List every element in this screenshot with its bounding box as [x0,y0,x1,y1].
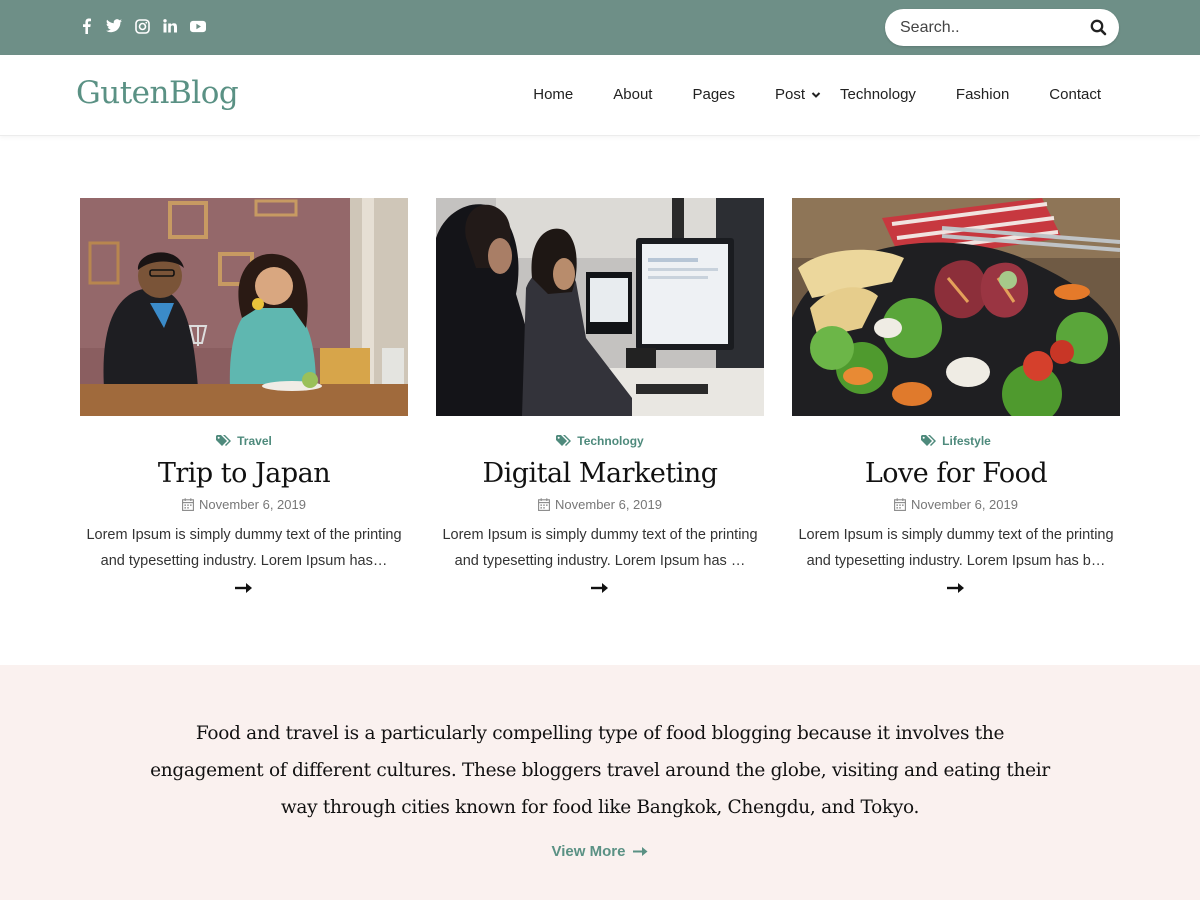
nav-pages[interactable]: Pages [692,86,735,103]
instagram-icon[interactable] [134,17,150,35]
read-more-link[interactable] [792,582,1120,594]
arrow-right-icon [947,583,964,593]
nav-about-label: About [613,86,653,103]
post-image-salad[interactable] [792,198,1120,416]
nav-technology-label: Technology [840,86,916,103]
social-links [78,17,206,35]
linkedin-icon[interactable] [162,17,178,35]
post-category[interactable]: Travel [80,432,408,450]
nav-contact-label: Contact [1049,86,1101,103]
nav-contact[interactable]: Contact [1049,86,1101,103]
view-more-label: View More [551,843,626,860]
arrow-right-icon [633,847,648,856]
chevron-down-icon [811,91,821,98]
main-nav: Home About Pages Post Technology Fashion… [533,86,1101,103]
post-title[interactable]: Love for Food [792,458,1120,489]
nav-about[interactable]: About [613,86,652,103]
post-excerpt: Lorem Ipsum is simply dummy text of the … [86,527,402,569]
post-category[interactable]: Lifestyle [792,432,1120,450]
nav-home[interactable]: Home [533,86,573,103]
tags-icon [556,435,572,446]
calendar-icon [894,498,906,511]
post-title[interactable]: Digital Marketing [436,458,764,489]
post-category[interactable]: Technology [436,432,764,450]
post-excerpt: Lorem Ipsum is simply dummy text of the … [798,527,1114,569]
feature-band: Food and travel is a particularly compel… [0,665,1200,900]
post-category-label: Lifestyle [942,434,991,448]
post-date-label: November 6, 2019 [555,497,662,512]
calendar-icon [538,498,550,511]
search-icon[interactable] [1089,18,1109,38]
post-date: November 6, 2019 [80,497,408,512]
youtube-icon[interactable] [190,17,206,35]
search-box [885,9,1119,46]
nav-post[interactable]: Post [775,86,821,103]
nav-post-label: Post [775,86,806,103]
nav-home-label: Home [533,86,574,103]
post-card: Travel Trip to Japan November 6, 2019 Lo… [80,198,408,594]
post-date: November 6, 2019 [792,497,1120,512]
site-logo[interactable]: GutenBlog [76,75,239,111]
calendar-icon [182,498,194,511]
arrow-right-icon [591,583,608,593]
post-card: Technology Digital Marketing November 6,… [436,198,764,594]
post-date-label: November 6, 2019 [911,497,1018,512]
tags-icon [216,435,232,446]
facebook-icon[interactable] [78,17,94,35]
search-input[interactable] [900,9,1080,46]
post-category-label: Travel [237,434,272,448]
post-title[interactable]: Trip to Japan [80,458,408,489]
read-more-link[interactable] [80,582,408,594]
tags-icon [921,435,937,446]
read-more-link[interactable] [436,582,764,594]
post-image-restaurant[interactable] [80,198,408,416]
post-card: Lifestyle Love for Food November 6, 2019… [792,198,1120,594]
nav-fashion-label: Fashion [955,86,1010,103]
twitter-icon[interactable] [106,17,122,35]
view-more-link[interactable]: View More [0,843,1200,860]
nav-technology[interactable]: Technology [840,86,916,103]
top-bar [0,0,1200,55]
arrow-right-icon [235,583,252,593]
post-date: November 6, 2019 [436,497,764,512]
nav-fashion[interactable]: Fashion [956,86,1009,103]
nav-pages-label: Pages [692,86,736,103]
site-header: GutenBlog Home About Pages Post Technolo… [0,55,1200,136]
post-image-office[interactable] [436,198,764,416]
post-date-label: November 6, 2019 [199,497,306,512]
post-category-label: Technology [577,434,644,448]
post-excerpt: Lorem Ipsum is simply dummy text of the … [442,527,758,569]
feature-text: Food and travel is a particularly compel… [150,723,1050,818]
